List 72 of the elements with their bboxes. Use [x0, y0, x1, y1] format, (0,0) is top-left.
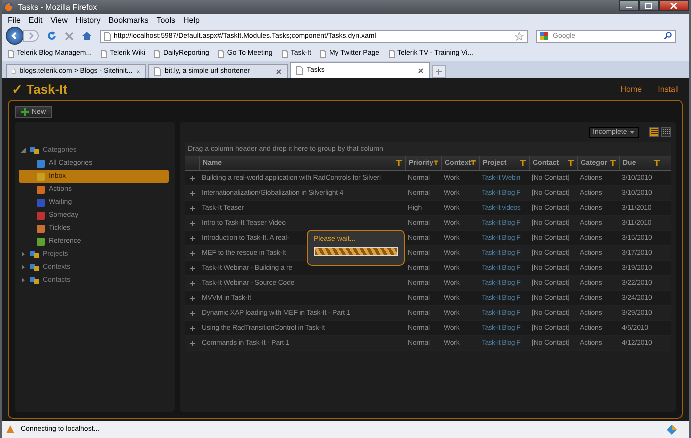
star-icon[interactable]: [515, 32, 524, 40]
folder-icon: [30, 276, 39, 285]
folder-icon: [30, 263, 39, 272]
menu-item[interactable]: File: [8, 16, 21, 24]
filter-icon[interactable]: [434, 160, 438, 166]
expand-icon[interactable]: [190, 326, 195, 330]
filter-icon[interactable]: [520, 160, 526, 166]
expand-icon[interactable]: [190, 250, 195, 256]
expand-icon[interactable]: [190, 296, 195, 300]
reload-icon[interactable]: [47, 31, 57, 41]
page-icon: [218, 50, 224, 58]
plus-icon: [436, 68, 442, 74]
menu-item[interactable]: Edit: [28, 16, 43, 24]
close-tab-icon[interactable]: [136, 68, 140, 74]
close-tab-icon[interactable]: [418, 68, 424, 74]
list-view-button[interactable]: [649, 127, 659, 137]
expander-icon[interactable]: [21, 265, 26, 270]
expand-icon[interactable]: [190, 340, 195, 346]
grid-view-button[interactable]: [661, 127, 671, 137]
filter-icon[interactable]: [568, 160, 574, 166]
nav-link[interactable]: Install: [658, 84, 679, 94]
page-icon: [320, 50, 326, 58]
filter-icon[interactable]: [610, 160, 616, 166]
expander-icon[interactable]: [21, 252, 26, 257]
folder-icon: [30, 146, 39, 155]
app-logo: ✓ Task-It: [12, 82, 68, 96]
page-icon: [154, 67, 161, 76]
page-icon: [388, 50, 394, 58]
filter-icon[interactable]: [471, 160, 476, 166]
page-icon: [12, 67, 16, 76]
expand-icon[interactable]: [190, 266, 195, 270]
menu-item[interactable]: Tools: [156, 16, 176, 24]
expander-icon[interactable]: [21, 148, 26, 153]
page-icon: [282, 50, 288, 58]
filter-icon[interactable]: [396, 160, 402, 166]
menu-item[interactable]: Help: [183, 16, 200, 24]
expand-icon[interactable]: [190, 220, 195, 226]
expand-icon[interactable]: [190, 176, 195, 180]
search-icon[interactable]: [664, 32, 672, 40]
plus-icon: [21, 108, 29, 116]
list-icon: [650, 129, 658, 135]
page-icon: [8, 50, 14, 58]
firefox-icon: [4, 2, 14, 12]
back-button[interactable]: [6, 27, 24, 45]
loading-icon: [6, 425, 15, 434]
minimize-button[interactable]: [619, 0, 639, 11]
maximize-icon: [645, 2, 653, 8]
home-icon[interactable]: [82, 31, 92, 41]
filter-icon[interactable]: [654, 160, 660, 166]
menu-item[interactable]: History: [76, 16, 101, 24]
expand-icon[interactable]: [190, 236, 195, 240]
expander-icon[interactable]: [21, 278, 26, 283]
expand-icon[interactable]: [190, 310, 195, 316]
maximize-button[interactable]: [639, 0, 659, 11]
expand-icon[interactable]: [190, 190, 195, 196]
window-title: Tasks - Mozilla Firefox: [18, 2, 98, 12]
menu-item[interactable]: Bookmarks: [108, 16, 149, 24]
nav-link[interactable]: Home: [620, 84, 642, 94]
page-icon: [154, 50, 160, 58]
search-engine-icon: [540, 32, 550, 40]
expand-icon[interactable]: [190, 280, 195, 286]
close-button[interactable]: [659, 0, 689, 11]
caret-icon: [630, 130, 635, 134]
close-icon: [670, 2, 678, 8]
menu-item[interactable]: View: [50, 16, 68, 24]
page-icon: [101, 50, 108, 58]
expand-icon[interactable]: [190, 206, 195, 210]
grid-icon: [662, 129, 670, 135]
folder-icon: [30, 250, 39, 259]
addon-icon: [667, 424, 677, 434]
new-tab-button[interactable]: [432, 65, 446, 78]
close-tab-icon[interactable]: [276, 68, 282, 74]
